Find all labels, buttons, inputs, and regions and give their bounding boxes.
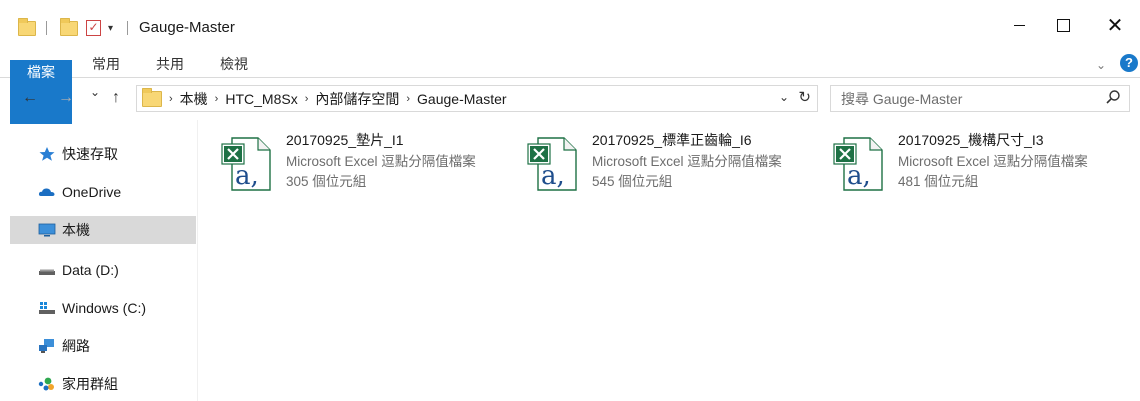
file-item[interactable]: a, 20170925_機構尺寸_I3 Microsoft Excel 逗點分隔… <box>812 130 1112 194</box>
file-name: 20170925_墊片_I1 <box>286 132 404 148</box>
sidebar-item-this-pc[interactable]: 本機 <box>10 216 196 244</box>
sidebar-item-label: Data (D:) <box>62 262 119 278</box>
forward-button[interactable]: → <box>58 89 74 107</box>
breadcrumb-current-folder[interactable]: Gauge-Master <box>417 91 506 107</box>
computer-icon <box>38 223 56 237</box>
svg-text:a,: a, <box>541 161 565 191</box>
sidebar-item-label: 本機 <box>62 222 90 238</box>
search-input[interactable] <box>841 90 1091 108</box>
homegroup-icon <box>38 377 54 391</box>
refresh-button[interactable]: ↻ <box>798 88 811 106</box>
chevron-right-icon[interactable]: › <box>215 93 219 105</box>
folder-icon <box>142 87 162 107</box>
file-type: Microsoft Excel 逗點分隔值檔案 <box>898 154 1088 169</box>
network-icon <box>39 339 54 353</box>
address-dropdown-button[interactable]: ⌄ <box>779 90 789 104</box>
breadcrumb-device[interactable]: HTC_M8Sx <box>225 91 297 107</box>
file-name: 20170925_標準正齒輪_I6 <box>592 132 752 148</box>
maximize-button[interactable] <box>1040 10 1086 40</box>
svg-text:a,: a, <box>235 161 259 191</box>
up-button[interactable]: ↑ <box>112 89 120 107</box>
file-size: 545 個位元組 <box>592 174 673 189</box>
close-button[interactable]: ✕ <box>1092 10 1138 40</box>
excel-csv-file-icon: a, <box>527 137 577 191</box>
file-type: Microsoft Excel 逗點分隔值檔案 <box>286 154 476 169</box>
search-box[interactable] <box>830 85 1130 112</box>
sidebar-item-label: 網路 <box>62 338 90 354</box>
sidebar-item-quick-access[interactable]: 快速存取 <box>10 140 196 168</box>
cloud-icon <box>38 188 55 196</box>
svg-text:a,: a, <box>847 161 871 191</box>
navigation-bar: ← → ⌄ ↑ › 本機 › HTC_M8Sx › 內部儲存空間 › Gauge… <box>0 79 1140 119</box>
ribbon: 檔案 常用 共用 檢視 ⌄ ? <box>0 50 1140 124</box>
sidebar-item-onedrive[interactable]: OneDrive <box>10 178 196 206</box>
sidebar-item-homegroup[interactable]: 家用群組 <box>10 370 196 398</box>
separator <box>46 18 47 38</box>
file-list: a, 20170925_墊片_I1 Microsoft Excel 逗點分隔值檔… <box>200 120 1140 401</box>
sidebar-item-label: OneDrive <box>62 184 122 200</box>
sidebar-item-label: 家用群組 <box>62 376 118 392</box>
chevron-down-icon[interactable]: ⌄ <box>1096 58 1106 72</box>
sidebar-item-data-drive[interactable]: Data (D:) <box>10 256 196 284</box>
properties-icon[interactable]: ✓ <box>86 18 101 38</box>
separator <box>127 18 128 38</box>
file-size: 305 個位元組 <box>286 174 367 189</box>
recent-locations-button[interactable]: ⌄ <box>90 85 100 99</box>
sidebar-item-network[interactable]: 網路 <box>10 332 196 360</box>
file-size: 481 個位元組 <box>898 174 979 189</box>
star-icon <box>39 147 55 161</box>
windows-drive-icon <box>39 302 55 314</box>
folder-icon <box>18 17 36 38</box>
file-type: Microsoft Excel 逗點分隔值檔案 <box>592 154 782 169</box>
address-bar[interactable]: › 本機 › HTC_M8Sx › 內部儲存空間 › Gauge-Master … <box>136 85 818 112</box>
back-button[interactable]: ← <box>22 89 38 107</box>
sidebar-item-label: Windows (C:) <box>62 300 147 316</box>
tab-view[interactable]: 檢視 <box>212 52 256 76</box>
chevron-right-icon[interactable]: › <box>169 93 173 105</box>
file-item[interactable]: a, 20170925_墊片_I1 Microsoft Excel 逗點分隔值檔… <box>200 130 500 194</box>
drive-icon <box>39 269 55 275</box>
breadcrumb-this-pc[interactable]: 本機 <box>180 89 208 109</box>
navigation-pane: 快速存取 OneDrive 本機 Data (D:) Windows (C:) <box>0 120 198 401</box>
customize-toolbar-icon[interactable]: ▾ <box>108 18 113 38</box>
chevron-right-icon[interactable]: › <box>305 93 309 105</box>
window-title: Gauge-Master <box>139 19 235 36</box>
help-icon[interactable]: ? <box>1120 54 1138 72</box>
file-name: 20170925_機構尺寸_I3 <box>898 132 1044 148</box>
minimize-button[interactable] <box>996 10 1042 40</box>
title-bar: ✓ ▾ Gauge-Master ✕ <box>0 0 1140 50</box>
file-item[interactable]: a, 20170925_標準正齒輪_I6 Microsoft Excel 逗點分… <box>506 130 806 194</box>
chevron-right-icon[interactable]: › <box>406 93 410 105</box>
tab-home[interactable]: 常用 <box>84 52 128 76</box>
new-folder-icon[interactable] <box>60 17 78 38</box>
sidebar-item-windows-drive[interactable]: Windows (C:) <box>10 294 196 322</box>
tab-share[interactable]: 共用 <box>148 52 192 76</box>
excel-csv-file-icon: a, <box>221 137 271 191</box>
breadcrumb-internal-storage[interactable]: 內部儲存空間 <box>315 89 399 109</box>
sidebar-item-label: 快速存取 <box>62 146 118 162</box>
search-icon[interactable] <box>1105 89 1121 105</box>
excel-csv-file-icon: a, <box>833 137 883 191</box>
